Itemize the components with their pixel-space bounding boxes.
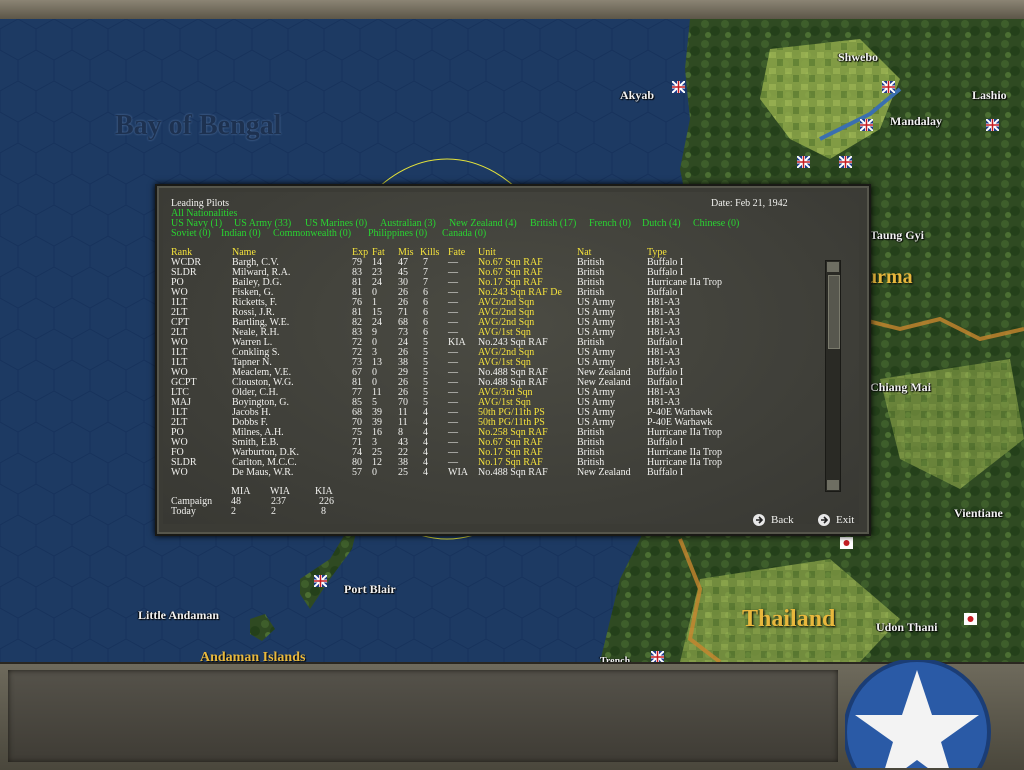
uk-base-flag-icon[interactable] <box>860 119 873 131</box>
uk-base-flag-icon[interactable] <box>672 81 685 93</box>
back-label: Back <box>771 514 794 526</box>
summary-today-wia: 2 <box>271 506 276 517</box>
japanese-base-flag-icon[interactable] <box>840 537 853 549</box>
top-bar <box>0 0 1024 20</box>
pilots-scrollbar[interactable] <box>825 260 841 492</box>
cell-fate: WIA <box>448 467 468 478</box>
cell-name: De Maus, W.R. <box>232 467 294 478</box>
filter-french[interactable]: French (0) <box>589 219 631 229</box>
cell-unit[interactable]: No.488 Sqn RAF <box>478 468 548 478</box>
filter-canada[interactable]: Canada (0) <box>442 229 486 239</box>
summary-today-mia: 2 <box>231 506 236 517</box>
scroll-thumb[interactable] <box>828 275 840 349</box>
dialog-date: Date: Feb 21, 1942 <box>711 198 788 209</box>
map-label-taung-gyi[interactable]: Taung Gyi <box>870 228 924 243</box>
exit-arrow-icon <box>818 514 830 526</box>
map-label-shwebo[interactable]: Shwebo <box>838 50 878 65</box>
uk-base-flag-icon[interactable] <box>839 156 852 168</box>
filter-soviet[interactable]: Soviet (0) <box>171 229 211 239</box>
back-arrow-icon <box>753 514 765 526</box>
map-label-burma: urma <box>866 266 913 288</box>
uk-base-flag-icon[interactable] <box>986 119 999 131</box>
map-label-akyab[interactable]: Akyab <box>620 88 654 103</box>
exit-button[interactable]: Exit <box>818 514 854 526</box>
us-star-roundel-icon[interactable] <box>845 660 991 768</box>
cell-mis: 25 <box>398 467 408 478</box>
back-button[interactable]: Back <box>753 514 794 526</box>
scroll-up-arrow-icon[interactable] <box>827 262 839 272</box>
cell-kills: 4 <box>423 467 428 478</box>
filter-british[interactable]: British (17) <box>530 219 576 229</box>
map-label-vientiane[interactable]: Vientiane <box>954 506 1003 521</box>
map-label-bay-of-bengal: Bay of Bengal <box>115 110 282 141</box>
exit-label: Exit <box>836 514 855 526</box>
map-label-mandalay[interactable]: Mandalay <box>890 114 942 129</box>
leading-pilots-dialog: Leading Pilots Date: Feb 21, 1942 All Na… <box>155 184 871 536</box>
japanese-base-flag-icon[interactable] <box>964 613 977 625</box>
map-label-udon-thani[interactable]: Udon Thani <box>876 620 937 635</box>
filter-chinese[interactable]: Chinese (0) <box>693 219 739 229</box>
filter-dutch[interactable]: Dutch (4) <box>642 219 681 229</box>
table-row[interactable]: WO De Maus, W.R. 57 0 25 4 WIA No.488 Sqn RAF Ne… <box>171 468 811 478</box>
filter-philippines[interactable]: Philippines (0) <box>368 229 427 239</box>
cell-rank: WO <box>171 467 188 478</box>
filter-indian[interactable]: Indian (0) <box>221 229 261 239</box>
map-label-chiang-mai[interactable]: Chiang Mai <box>870 380 931 395</box>
cell-fat: 0 <box>372 467 377 478</box>
map-label-thailand: Thailand <box>742 606 836 632</box>
dialog-panel: Leading Pilots Date: Feb 21, 1942 All Na… <box>163 192 859 526</box>
scroll-down-arrow-icon[interactable] <box>827 480 839 490</box>
map-label-little-andaman: Little Andaman <box>138 608 220 622</box>
filter-commonwealth[interactable]: Commonwealth (0) <box>273 229 351 239</box>
info-panel <box>8 670 838 762</box>
cell-nat: New Zealand <box>577 467 631 478</box>
cell-exp: 57 <box>352 467 362 478</box>
uk-base-flag-icon[interactable] <box>797 156 810 168</box>
summary-today-label: Today <box>171 506 196 517</box>
cell-type: Buffalo I <box>647 467 684 478</box>
uk-base-flag-icon[interactable] <box>314 575 327 587</box>
map-label-lashio[interactable]: Lashio <box>972 88 1007 103</box>
uk-base-flag-icon[interactable] <box>882 81 895 93</box>
map-label-port-blair[interactable]: Port Blair <box>344 582 396 597</box>
summary-today-kia: 8 <box>321 506 326 517</box>
